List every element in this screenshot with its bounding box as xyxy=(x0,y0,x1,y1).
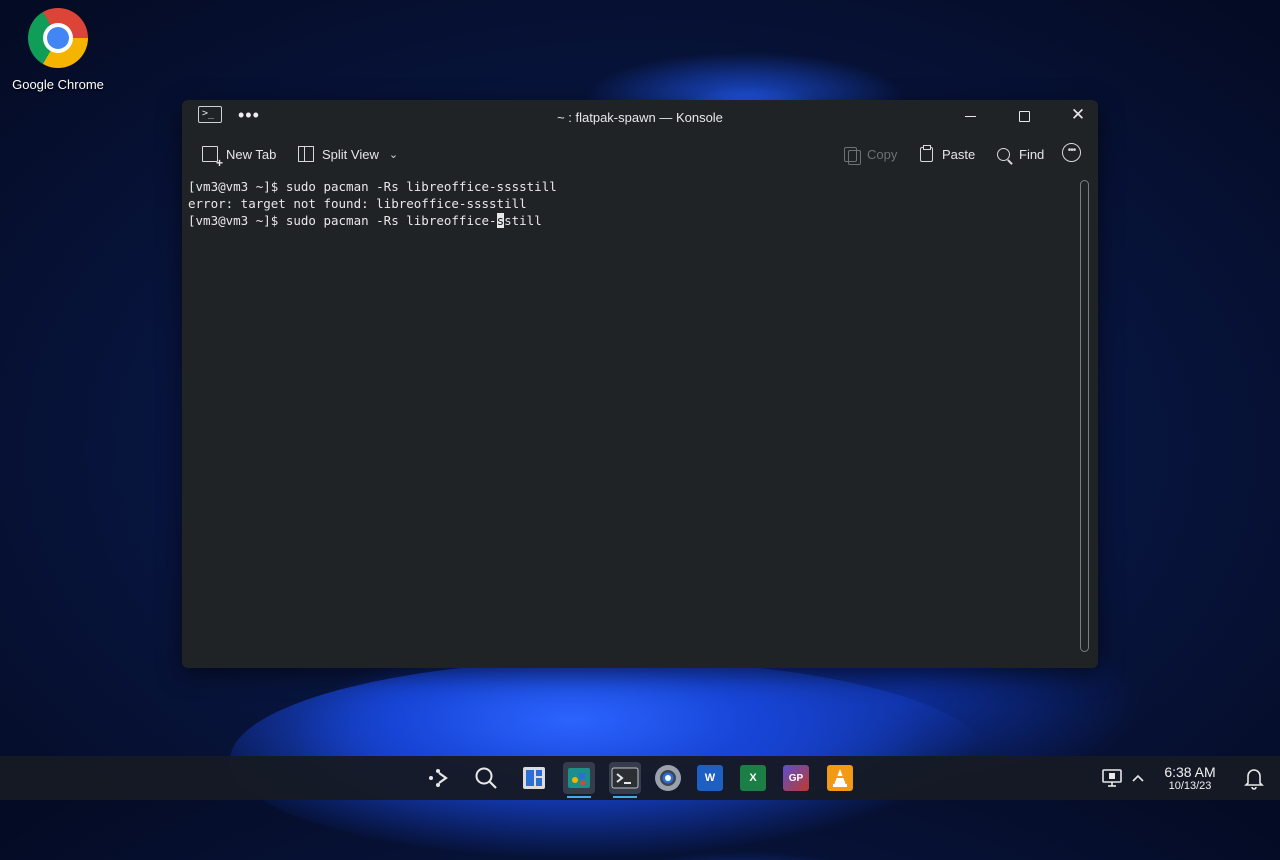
maximize-button[interactable] xyxy=(1010,104,1038,126)
minimize-button[interactable] xyxy=(956,104,984,126)
copy-icon xyxy=(844,146,861,165)
toolbar: New Tab Split View ⌄ Copy Paste Find xyxy=(182,134,1098,174)
split-view-button[interactable]: Split View ⌄ xyxy=(298,143,398,165)
terminal-output: [vm3@vm3 ~]$ sudo pacman -Rs libreoffice… xyxy=(188,178,557,229)
terminal-area[interactable]: [vm3@vm3 ~]$ sudo pacman -Rs libreoffice… xyxy=(182,174,1098,668)
close-button[interactable]: ✕ xyxy=(1064,104,1092,126)
taskbar-app-settings[interactable] xyxy=(652,762,684,794)
paste-label: Paste xyxy=(942,146,976,162)
vlc-icon xyxy=(827,765,853,791)
tray-expand-button[interactable] xyxy=(1122,762,1154,794)
taskbar-app-konsole[interactable] xyxy=(609,762,641,798)
paste-icon xyxy=(920,144,933,162)
clock-date: 10/13/23 xyxy=(1168,780,1212,792)
desktop-icon-label: Google Chrome xyxy=(12,77,104,92)
powerpoint-icon: GP xyxy=(783,765,809,791)
more-options-icon[interactable]: ••• xyxy=(1062,143,1081,162)
taskbar-app-gp[interactable]: GP xyxy=(780,762,812,794)
terminal-input-line: [vm3@vm3 ~]$ sudo pacman -Rs libreoffice… xyxy=(188,212,557,229)
text-cursor: s xyxy=(496,213,505,228)
desktop-icon-chrome[interactable]: Google Chrome xyxy=(6,8,110,92)
search-icon xyxy=(997,147,1010,161)
new-tab-button[interactable]: New Tab xyxy=(202,143,277,170)
terminal-prompt-text: [vm3@vm3 ~]$ sudo pacman -Rs libreoffice… xyxy=(188,213,497,228)
app-launcher-button[interactable] xyxy=(422,762,454,794)
task-view-button[interactable] xyxy=(518,762,550,794)
copy-button[interactable]: Copy xyxy=(844,143,897,165)
search-icon xyxy=(475,767,497,789)
find-button[interactable]: Find xyxy=(997,143,1044,165)
clock[interactable]: 6:38 AM 10/13/23 xyxy=(1158,765,1222,793)
display-icon xyxy=(1102,769,1122,787)
taskbar-app-word[interactable]: W xyxy=(694,762,726,794)
terminal-line: [vm3@vm3 ~]$ sudo pacman -Rs libreoffice… xyxy=(188,179,557,194)
notifications-button[interactable] xyxy=(1238,762,1270,794)
bell-icon xyxy=(1244,769,1264,790)
chevron-down-icon[interactable]: ⌄ xyxy=(389,148,398,161)
minimize-icon xyxy=(964,115,976,117)
taskbar-app-store[interactable] xyxy=(563,762,595,798)
close-icon: ✕ xyxy=(1070,105,1086,124)
taskbar: W X GP 6:38 AM 10/13/23 xyxy=(0,756,1280,800)
terminal-trailing-text: still xyxy=(504,213,542,228)
title-bar[interactable]: >_ ••• ~ : flatpak-spawn — Konsole ✕ xyxy=(182,100,1098,134)
chevron-up-icon xyxy=(1132,774,1144,782)
clock-time: 6:38 AM xyxy=(1164,764,1216,780)
taskbar-app-excel[interactable]: X xyxy=(737,762,769,794)
settings-icon xyxy=(655,765,681,791)
konsole-window: >_ ••• ~ : flatpak-spawn — Konsole ✕ New… xyxy=(182,100,1098,668)
chrome-icon xyxy=(28,8,88,68)
app-launcher-icon xyxy=(429,769,448,787)
task-view-icon xyxy=(523,767,545,789)
new-tab-icon xyxy=(202,146,223,170)
word-icon: W xyxy=(697,765,723,791)
search-button[interactable] xyxy=(470,762,502,794)
scrollbar[interactable] xyxy=(1080,180,1089,652)
konsole-icon xyxy=(611,767,639,789)
new-tab-label: New Tab xyxy=(226,146,277,162)
taskbar-app-vlc[interactable] xyxy=(824,762,856,794)
split-view-icon xyxy=(298,146,314,162)
find-label: Find xyxy=(1019,146,1045,162)
split-view-label: Split View xyxy=(322,146,379,162)
copy-label: Copy xyxy=(867,146,898,162)
excel-icon: X xyxy=(740,765,766,791)
store-icon xyxy=(568,768,590,788)
paste-button[interactable]: Paste xyxy=(920,143,975,165)
terminal-line: error: target not found: libreoffice-sss… xyxy=(188,196,527,211)
maximize-icon xyxy=(1018,110,1030,122)
